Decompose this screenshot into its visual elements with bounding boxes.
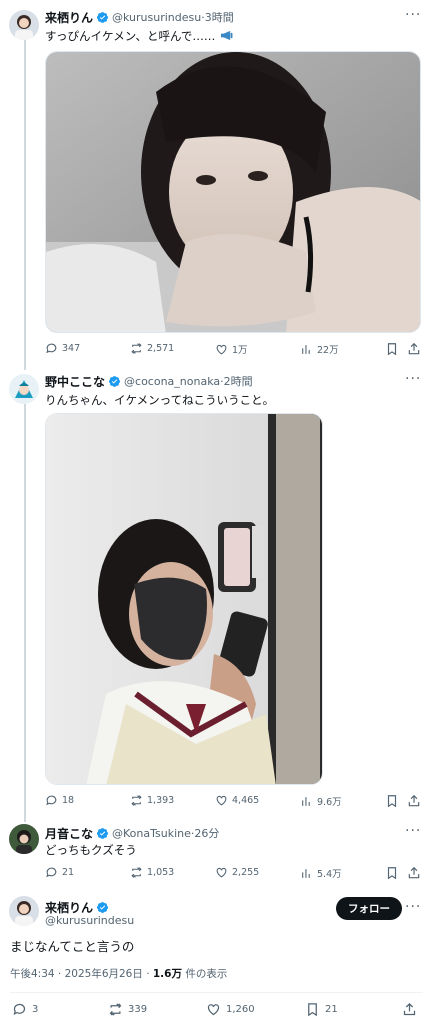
retweet-count: 339 [128, 1004, 148, 1015]
reply-icon [13, 1003, 26, 1016]
tweet-text: どっちもクズそう [45, 843, 137, 857]
retweet-count: 2,571 [147, 343, 175, 354]
post-timestamp[interactable]: 午後4:34 · 2025年6月26日 · [10, 968, 153, 980]
reply-count: 3 [32, 1004, 39, 1015]
avatar[interactable] [9, 374, 39, 404]
tweet-actions: 18 1,393 4,465 9.6万 [45, 794, 420, 810]
reply-icon [46, 795, 57, 806]
more-options-icon[interactable]: ··· [405, 824, 421, 838]
avatar[interactable] [9, 824, 39, 854]
bookmark-icon [308, 1003, 317, 1017]
timestamp[interactable]: 3時間 [205, 9, 234, 25]
reply-count: 18 [62, 795, 75, 806]
views-count: 5.4万 [317, 869, 342, 880]
bookmark-icon[interactable] [385, 794, 399, 808]
tweet-meta: 午後4:34 · 2025年6月26日 · 1.6万 件の表示 [10, 966, 227, 981]
verified-badge-icon [96, 901, 109, 913]
tweet-actions: 347 2,571 1万 22万 [45, 342, 420, 358]
views-button[interactable]: 9.6万 [300, 794, 342, 808]
like-button[interactable]: 2,255 [215, 866, 259, 879]
like-count: 2,255 [232, 867, 260, 878]
views-label: 件の表示 [181, 968, 228, 980]
reply-button[interactable]: 3 [12, 1002, 38, 1017]
retweet-button[interactable]: 2,571 [130, 342, 174, 355]
retweet-icon [131, 795, 142, 806]
display-name[interactable]: 来栖りん [45, 9, 93, 26]
tweet-photo[interactable] [45, 51, 421, 333]
tweet-2[interactable]: 野中ここな @cocona_nonaka · 2時間 ··· りんちゃん、イケメ… [0, 372, 433, 812]
verified-badge-icon [96, 827, 109, 839]
like-button[interactable]: 1,260 [206, 1002, 255, 1017]
like-count: 1万 [232, 345, 248, 356]
views-count: 22万 [317, 345, 339, 356]
views-bar-chart-icon [302, 344, 310, 354]
bookmark-button[interactable]: 21 [305, 1002, 338, 1017]
views-button[interactable]: 5.4万 [300, 866, 342, 880]
display-name[interactable]: 野中ここな [45, 373, 105, 390]
share-icon[interactable] [407, 866, 421, 880]
retweet-icon [131, 343, 142, 354]
tweet-text-content: すっぴんイケメン、と呼んで…… [45, 29, 216, 43]
display-name[interactable]: 月音こな [45, 825, 93, 842]
retweet-count: 1,053 [147, 867, 175, 878]
timestamp[interactable]: 2時間 [224, 373, 253, 389]
heart-icon [207, 1004, 220, 1016]
reply-count: 347 [62, 343, 81, 354]
heart-icon [216, 344, 227, 354]
views-count: 9.6万 [317, 797, 342, 808]
bookmark-count: 21 [325, 1004, 338, 1015]
main-tweet-text: まじなんてこと言うの [10, 939, 135, 954]
like-button[interactable]: 4,465 [215, 794, 259, 807]
tweet-text: りんちゃん、イケメンってねこういうこと。 [45, 393, 275, 407]
retweet-icon [109, 1003, 122, 1016]
tweet-photo[interactable] [45, 413, 323, 785]
avatar[interactable] [9, 10, 39, 40]
handle[interactable]: @kurusurindesu [45, 914, 134, 927]
timestamp[interactable]: 26分 [194, 825, 219, 841]
display-name[interactable]: 来栖りん [45, 899, 93, 916]
avatar[interactable] [9, 896, 39, 926]
bookmark-icon[interactable] [385, 866, 399, 880]
share-icon[interactable] [407, 794, 421, 808]
tweet-3[interactable]: 月音こな @KonaTsukine · 26分 ··· どっちもクズそう 21 … [0, 824, 433, 884]
share-icon[interactable] [402, 1002, 417, 1017]
more-options-icon[interactable]: ··· [405, 900, 421, 914]
tweet-text: すっぴんイケメン、と呼んで…… [45, 28, 234, 44]
main-tweet-actions: 3 339 1,260 21 [0, 1002, 433, 1022]
divider [10, 992, 423, 993]
views-count: 1.6万 [152, 968, 182, 980]
like-count: 1,260 [226, 1004, 255, 1015]
tweet-1[interactable]: 来栖りん @kurusurindesu · 3時間 ··· すっぴんイケメン、と… [0, 8, 433, 358]
more-options-icon[interactable]: ··· [405, 8, 421, 22]
retweet-button[interactable]: 339 [108, 1002, 147, 1017]
views-button[interactable]: 22万 [300, 342, 339, 356]
retweet-button[interactable]: 1,393 [130, 794, 174, 807]
like-button[interactable]: 1万 [215, 342, 248, 356]
reply-count: 21 [62, 867, 75, 878]
more-options-icon[interactable]: ··· [405, 372, 421, 386]
handle[interactable]: @KonaTsukine [112, 827, 191, 840]
handle[interactable]: @cocona_nonaka [124, 375, 220, 388]
handle[interactable]: @kurusurindesu [112, 11, 201, 24]
reply-button[interactable]: 18 [45, 794, 74, 807]
views-bar-chart-icon [302, 868, 310, 878]
megaphone-icon [221, 30, 233, 41]
views-bar-chart-icon [302, 796, 310, 806]
heart-icon [216, 867, 227, 878]
reply-icon [46, 343, 57, 354]
retweet-count: 1,393 [147, 795, 175, 806]
bookmark-icon[interactable] [385, 342, 399, 356]
heart-icon [216, 795, 227, 806]
verified-badge-icon [96, 11, 109, 23]
share-icon[interactable] [407, 342, 421, 356]
retweet-button[interactable]: 1,053 [130, 866, 174, 879]
verified-badge-icon [108, 375, 121, 387]
like-count: 4,465 [232, 795, 260, 806]
reply-button[interactable]: 21 [45, 866, 74, 879]
retweet-icon [131, 867, 142, 878]
tweet-actions: 21 1,053 2,255 5.4万 [45, 866, 420, 882]
reply-button[interactable]: 347 [45, 342, 80, 355]
follow-button[interactable]: フォロー [336, 897, 402, 920]
reply-icon [46, 867, 57, 878]
